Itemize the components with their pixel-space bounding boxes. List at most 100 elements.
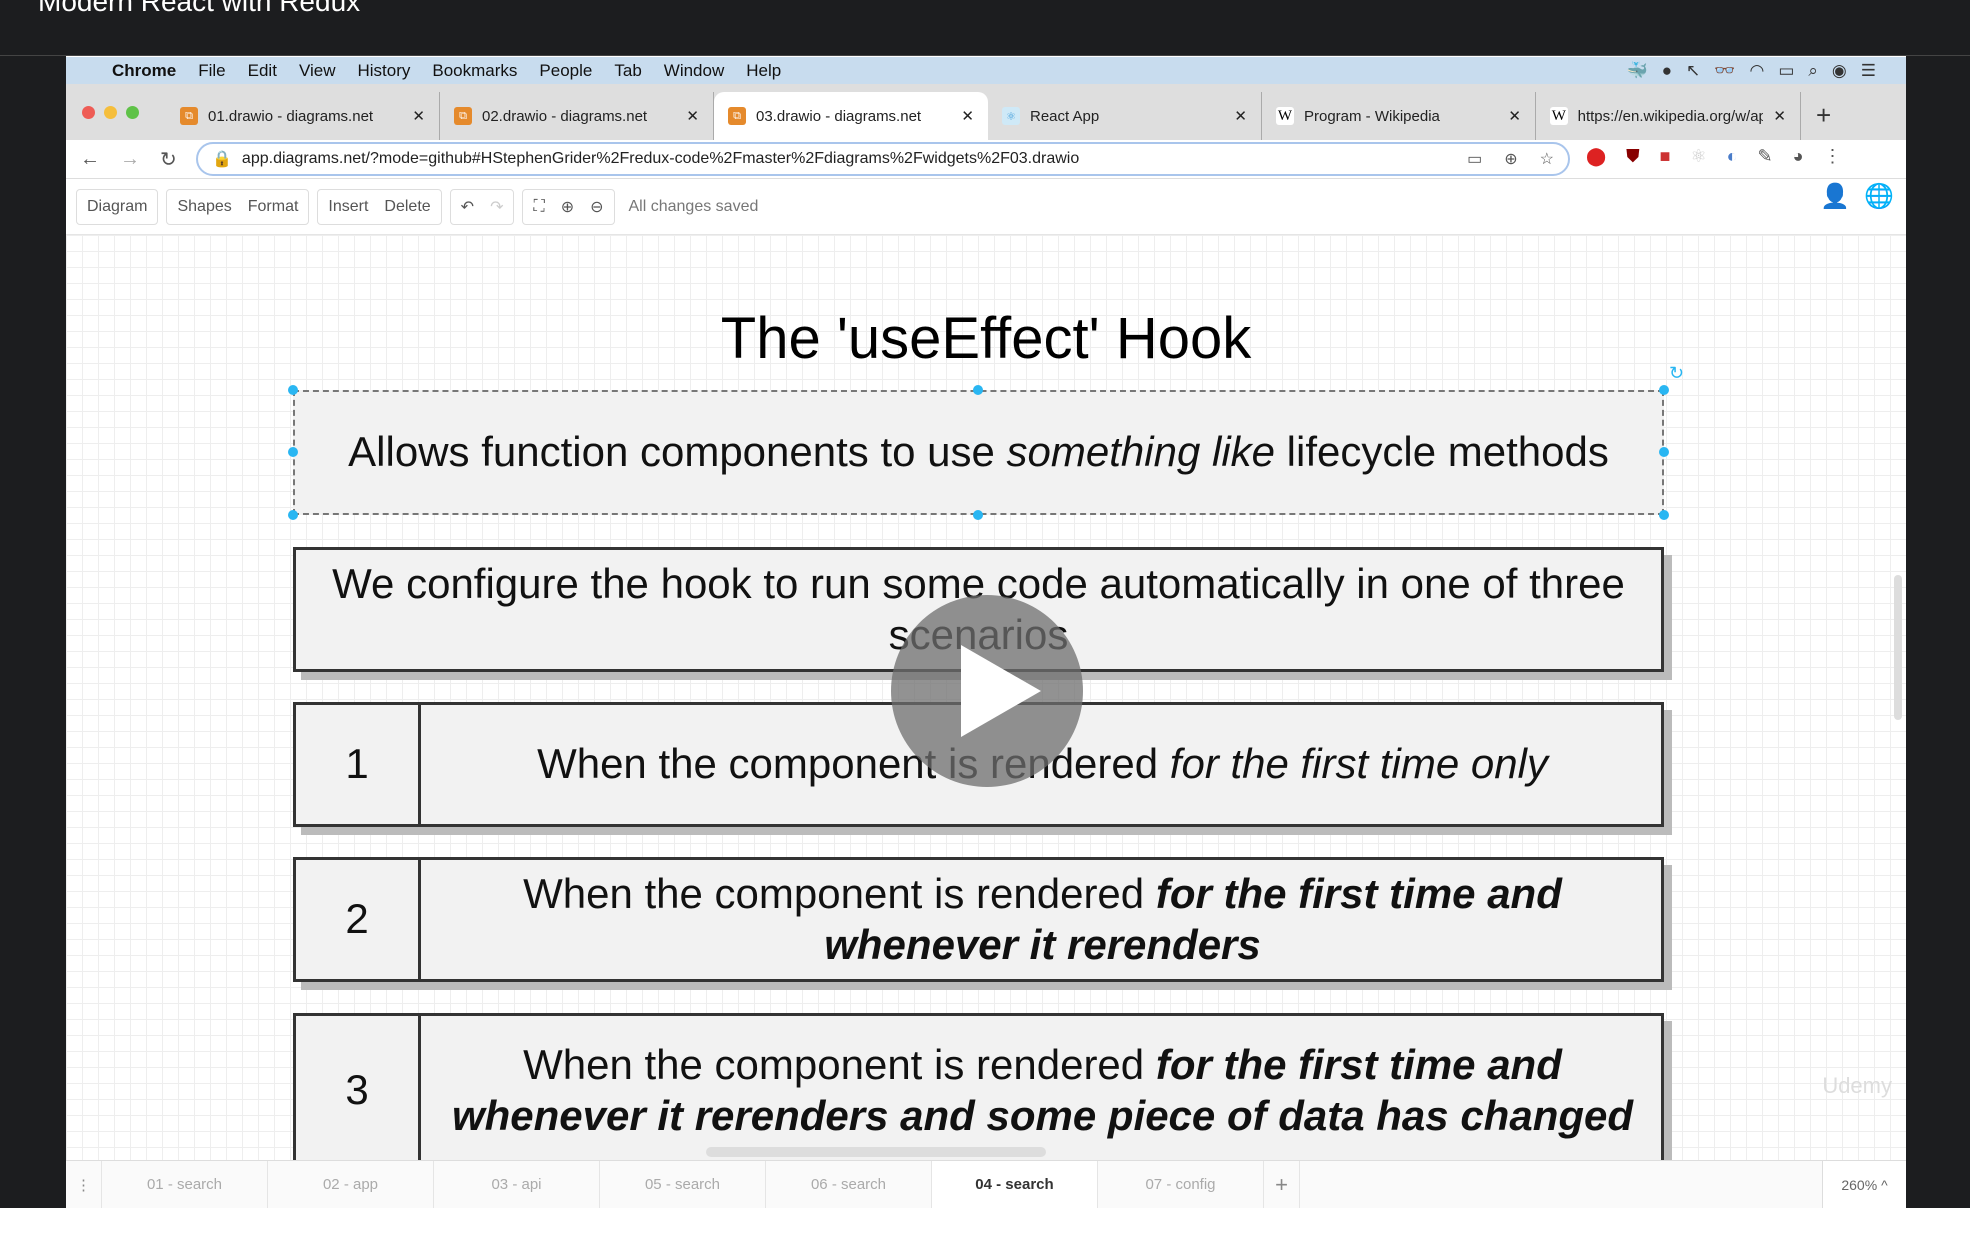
page-tab[interactable]: 07 - config	[1098, 1161, 1264, 1208]
ublock-icon[interactable]: ⛊	[1626, 146, 1640, 167]
browser-window: Chrome File Edit View History Bookmarks …	[66, 57, 1906, 1208]
page-tab[interactable]: 06 - search	[766, 1161, 932, 1208]
shapes-button[interactable]: Shapes	[177, 198, 231, 216]
react-devtools-icon[interactable]: ⚛	[1691, 146, 1707, 167]
spotlight-icon[interactable]: ⌕	[1808, 61, 1818, 81]
menu-history[interactable]: History	[357, 61, 410, 81]
diagram-canvas[interactable]: The 'useEffect' Hook Allows function com…	[66, 235, 1906, 1168]
menu-edit[interactable]: Edit	[248, 61, 277, 81]
menu-view[interactable]: View	[299, 61, 336, 81]
vertical-scrollbar[interactable]	[1894, 575, 1902, 720]
wifi-icon[interactable]: ◠	[1749, 61, 1764, 81]
profile-avatar[interactable]: ◕	[1793, 146, 1804, 167]
close-window-button[interactable]	[82, 106, 95, 119]
url-text: app.diagrams.net/?mode=github#HStephenGr…	[241, 150, 1080, 167]
intro-text-end: lifecycle methods	[1275, 428, 1609, 476]
reload-icon[interactable]: ↻	[160, 147, 177, 172]
resize-handle[interactable]	[1659, 510, 1669, 520]
resize-handle[interactable]	[1659, 447, 1669, 457]
close-tab-icon[interactable]: ✕	[1508, 107, 1521, 125]
delete-button[interactable]: Delete	[384, 198, 430, 216]
cast-icon[interactable]: ▭	[1467, 149, 1482, 169]
zoom-value: 260%	[1841, 1177, 1878, 1193]
globe-icon[interactable]: 🌐	[1864, 182, 1894, 211]
page-tab[interactable]: 01 - search	[102, 1161, 268, 1208]
opera-extension-icon[interactable]: ⬤	[1586, 146, 1606, 167]
close-tab-icon[interactable]: ✕	[412, 107, 425, 125]
cursor-icon[interactable]: ↖	[1686, 61, 1700, 81]
zoom-out-icon[interactable]: ⊖	[590, 197, 603, 217]
menu-bookmarks[interactable]: Bookmarks	[432, 61, 517, 81]
diagram-title[interactable]: The 'useEffect' Hook	[66, 305, 1906, 372]
url-field[interactable]: 🔒 app.diagrams.net/?mode=github#HStephenG…	[196, 142, 1570, 176]
zoom-level[interactable]: 260% ^	[1822, 1161, 1906, 1208]
menu-help[interactable]: Help	[746, 61, 781, 81]
browser-tab[interactable]: ⚛ React App ✕	[988, 92, 1262, 140]
wikipedia-icon: W	[1276, 107, 1294, 125]
browser-tab[interactable]: W Program - Wikipedia ✕	[1262, 92, 1536, 140]
browser-tab[interactable]: Whttps://en.wikipedia.org/w/ap ✕	[1536, 92, 1801, 140]
close-tab-icon[interactable]: ✕	[686, 107, 699, 125]
page-tab-active[interactable]: 04 - search	[932, 1161, 1098, 1208]
chevron-up-icon: ^	[1881, 1177, 1888, 1193]
new-tab-button[interactable]: +	[1816, 100, 1831, 131]
scenario-box-3[interactable]: 3 When the component is rendered for the…	[293, 1013, 1664, 1168]
notification-center-icon[interactable]: ☰	[1861, 61, 1876, 81]
siri-icon[interactable]: ◉	[1832, 61, 1847, 81]
browser-tab[interactable]: ⧉ 02.drawio - diagrams.net ✕	[440, 92, 714, 140]
menu-app[interactable]: Chrome	[112, 61, 176, 81]
maximize-window-button[interactable]	[126, 106, 139, 119]
resize-handle[interactable]	[973, 385, 983, 395]
resize-handle[interactable]	[288, 385, 298, 395]
menu-tab[interactable]: Tab	[614, 61, 641, 81]
add-page-button[interactable]: +	[1264, 1161, 1300, 1208]
video-margin-left	[0, 56, 66, 1208]
battery-icon[interactable]: ▭	[1778, 61, 1794, 81]
diagram-menu[interactable]: Diagram	[87, 198, 147, 216]
horizontal-scrollbar[interactable]	[706, 1147, 1046, 1157]
fullscreen-icon[interactable]: ⛶	[533, 198, 544, 216]
drawio-icon: ⧉	[728, 107, 746, 125]
back-icon[interactable]: ←	[80, 148, 100, 171]
star-icon[interactable]: ☆	[1540, 149, 1554, 169]
close-tab-icon[interactable]: ✕	[1234, 107, 1247, 125]
resize-handle[interactable]	[1659, 385, 1669, 395]
docker-icon[interactable]: 🐳	[1627, 61, 1648, 81]
pages-menu-icon[interactable]: ⋮	[66, 1161, 102, 1208]
intro-box[interactable]: Allows function components to use someth…	[293, 390, 1664, 515]
scenario-box-2[interactable]: 2 When the component is rendered for the…	[293, 857, 1664, 982]
add-icon[interactable]: ⊕	[1504, 149, 1517, 169]
redo-icon[interactable]: ↷	[490, 197, 503, 217]
chrome-menu-icon[interactable]: ⋮	[1824, 146, 1842, 167]
page-tab[interactable]: 03 - api	[434, 1161, 600, 1208]
lastpass-icon[interactable]: ■	[1660, 146, 1671, 167]
glasses-icon[interactable]: 👓	[1714, 61, 1735, 81]
resize-handle[interactable]	[288, 510, 298, 520]
close-tab-icon[interactable]: ✕	[961, 107, 974, 125]
page-tab[interactable]: 02 - app	[268, 1161, 434, 1208]
user-icon[interactable]: 👤	[1820, 182, 1850, 211]
close-tab-icon[interactable]: ✕	[1773, 107, 1786, 125]
resize-handle[interactable]	[973, 510, 983, 520]
scenario-number: 1	[296, 705, 421, 824]
menu-file[interactable]: File	[198, 61, 225, 81]
rotate-handle-icon[interactable]: ↻	[1669, 363, 1684, 384]
browser-tab-active[interactable]: ⧉ 03.drawio - diagrams.net ✕	[714, 92, 988, 140]
zoom-in-icon[interactable]: ⊕	[561, 197, 574, 217]
forward-icon[interactable]: →	[120, 148, 140, 171]
resize-handle[interactable]	[288, 447, 298, 457]
browser-tab[interactable]: ⧉ 01.drawio - diagrams.net ✕	[166, 92, 440, 140]
video-play-button[interactable]	[891, 595, 1083, 787]
menu-people[interactable]: People	[539, 61, 592, 81]
drawio-toolbar: Diagram Shapes Format Insert Delete ↶ ↷ ⛶ ⊕ ⊖…	[66, 178, 1906, 235]
save-status: All changes saved	[628, 197, 759, 215]
format-button[interactable]: Format	[248, 198, 299, 216]
minimize-window-button[interactable]	[104, 106, 117, 119]
menu-window[interactable]: Window	[664, 61, 724, 81]
obs-icon[interactable]: ●	[1662, 61, 1672, 81]
extension-icon[interactable]: ◐	[1727, 146, 1738, 167]
insert-button[interactable]: Insert	[328, 198, 368, 216]
page-tab[interactable]: 05 - search	[600, 1161, 766, 1208]
css-extension-icon[interactable]: ✎	[1758, 146, 1773, 167]
undo-icon[interactable]: ↶	[461, 197, 474, 217]
